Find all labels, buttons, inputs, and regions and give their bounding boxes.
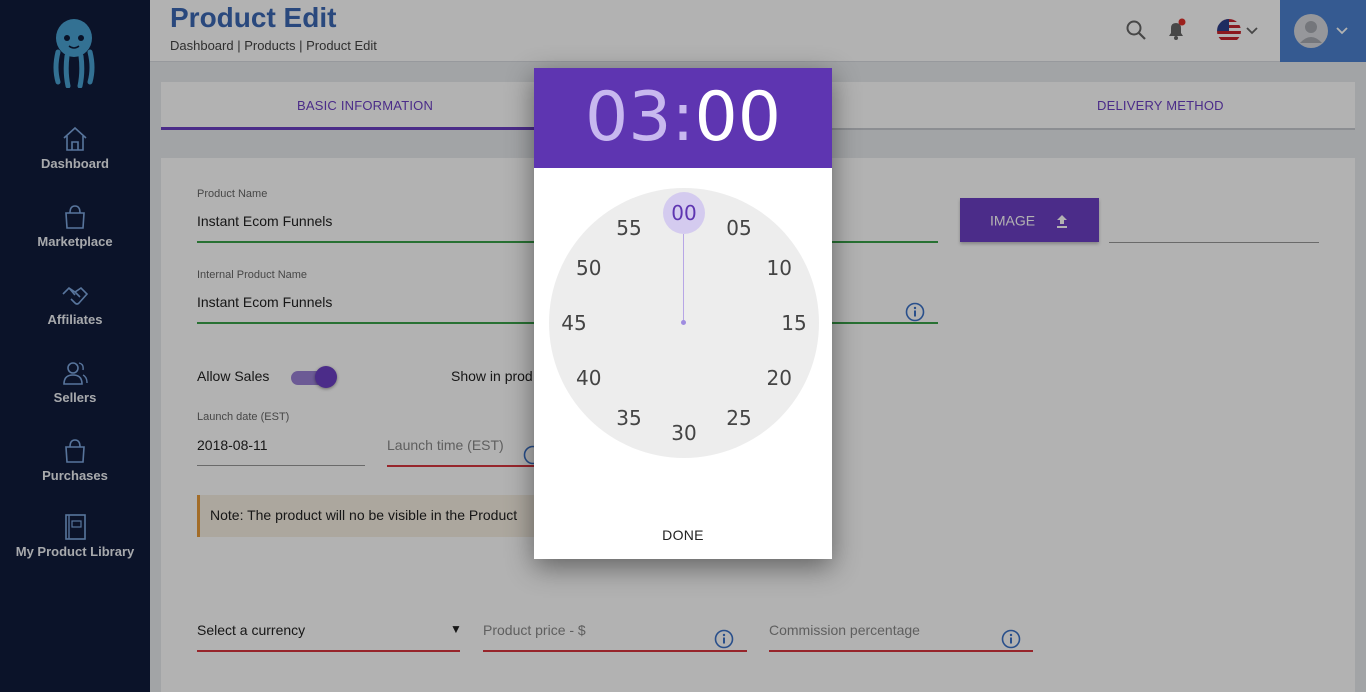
clock-number-50[interactable]: 50: [571, 250, 607, 286]
clock-number-10[interactable]: 10: [761, 250, 797, 286]
time-hour[interactable]: 03: [585, 78, 672, 157]
clock-number-35[interactable]: 35: [611, 400, 647, 436]
clock-number-00[interactable]: 00: [666, 195, 702, 231]
clock-number-40[interactable]: 40: [571, 360, 607, 396]
done-button[interactable]: DONE: [643, 520, 723, 550]
time-separator: :: [671, 78, 695, 157]
clock-number-05[interactable]: 05: [721, 210, 757, 246]
clock-face[interactable]: 00 05 10 15 20 25 30 35 40 45 50 55: [549, 188, 819, 458]
clock-number-25[interactable]: 25: [721, 400, 757, 436]
time-display: 03:00: [534, 82, 832, 154]
time-minute[interactable]: 00: [694, 78, 781, 157]
clock-number-15[interactable]: 15: [776, 305, 812, 341]
clock-hand[interactable]: [683, 234, 684, 323]
time-picker-dialog: 03:00 00 05 10 15 20 25 30 35 40 45 50 55 DONE: [534, 68, 832, 559]
clock-number-45[interactable]: 45: [556, 305, 592, 341]
clock-center-dot: [681, 320, 686, 325]
clock-number-20[interactable]: 20: [761, 360, 797, 396]
clock-number-55[interactable]: 55: [611, 210, 647, 246]
clock-number-30[interactable]: 30: [666, 415, 702, 451]
time-picker-header: 03:00: [534, 68, 832, 168]
